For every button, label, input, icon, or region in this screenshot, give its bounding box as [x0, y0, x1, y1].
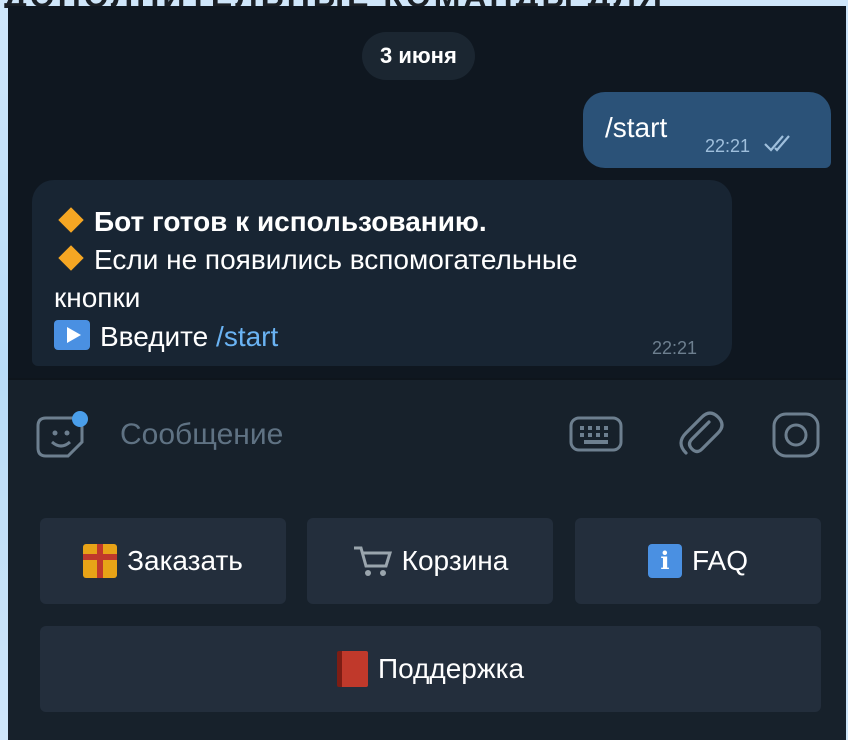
message-line-text: кнопки: [54, 282, 141, 313]
info-icon: i: [647, 544, 682, 578]
message-line-text: Введите: [100, 321, 217, 352]
orange-diamond-icon: [58, 245, 84, 271]
keyboard-icon[interactable]: [568, 414, 624, 454]
outgoing-message-time: 22:21: [705, 136, 751, 156]
cart-icon: [353, 546, 392, 576]
support-button[interactable]: Поддержка: [40, 626, 821, 712]
paperclip-icon[interactable]: [676, 408, 726, 460]
start-command-link[interactable]: /start: [216, 321, 278, 352]
message-line-text: Если не появились вспомогательные: [94, 244, 578, 275]
outgoing-message[interactable]: /start 22:21: [583, 92, 831, 168]
message-line: Бот готов к использованию.: [54, 206, 487, 238]
gift-icon: [83, 544, 118, 578]
date-separator: 3 июня: [362, 32, 475, 80]
book-icon: [336, 651, 368, 687]
orange-diamond-icon: [58, 207, 84, 233]
bot-reply-keyboard: Заказать Корзина i FAQ Поддержка: [8, 486, 846, 740]
support-button-label: Поддержка: [377, 653, 525, 684]
telegram-chat-window: 3 июня /start 22:21 Бот готов к использо…: [8, 6, 846, 740]
sticker-icon[interactable]: [36, 410, 92, 462]
cart-button[interactable]: Корзина: [307, 518, 553, 604]
message-list[interactable]: 3 июня /start 22:21 Бот готов к использо…: [8, 6, 846, 378]
message-line: Если не появились вспомогательные: [54, 244, 578, 276]
faq-button[interactable]: i FAQ: [575, 518, 821, 604]
incoming-message-time: 22:21: [652, 338, 698, 358]
message-line-text: Бот готов к использованию.: [94, 206, 487, 237]
play-button-icon: [54, 320, 90, 350]
faq-button-label: FAQ: [691, 545, 748, 576]
order-button[interactable]: Заказать: [40, 518, 286, 604]
message-input[interactable]: Сообщение: [120, 418, 283, 452]
outgoing-message-text: /start: [605, 112, 668, 143]
incoming-message[interactable]: Бот готов к использованию. Если не появи…: [32, 180, 732, 366]
double-check-icon: [764, 135, 790, 152]
order-button-label: Заказать: [127, 545, 243, 576]
camera-icon[interactable]: [768, 410, 824, 460]
message-input-bar: Сообщение: [8, 378, 846, 488]
cart-button-label: Корзина: [401, 545, 509, 576]
message-line: Введите /start: [54, 320, 278, 353]
